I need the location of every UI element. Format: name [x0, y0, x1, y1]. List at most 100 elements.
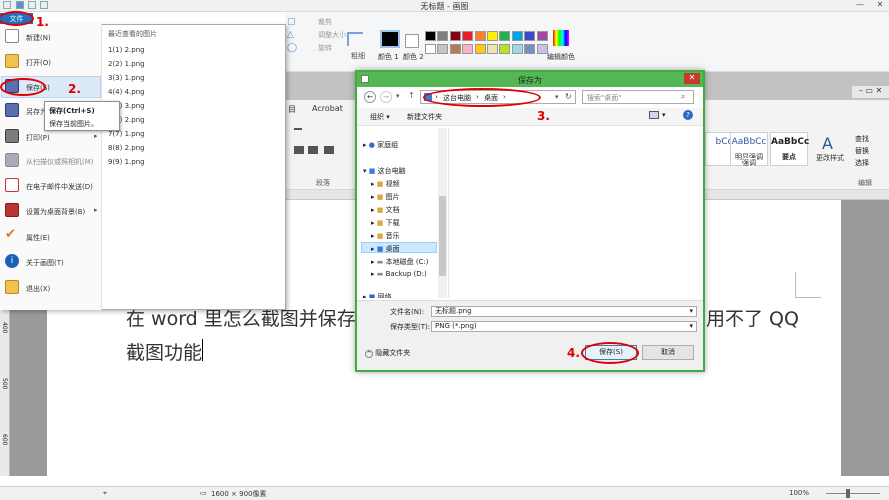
align-center-icon[interactable] — [308, 146, 318, 154]
palette-swatch[interactable] — [437, 44, 449, 54]
palette-swatch[interactable] — [462, 31, 474, 41]
recent-item[interactable]: 8(8) 2.png — [108, 144, 145, 152]
refresh-icon[interactable]: ↻ — [565, 92, 572, 101]
recent-item[interactable]: 9(9) 1.png — [108, 158, 145, 166]
menu-item-about[interactable]: i 关于画图(T) — [1, 250, 101, 274]
document-text-line2[interactable]: 截图功能 — [126, 338, 202, 365]
palette-swatch[interactable] — [499, 31, 511, 41]
zoom-slider-thumb[interactable] — [846, 489, 850, 498]
tree-item-videos[interactable]: ▸ ■ 视频 — [371, 179, 400, 189]
dialog-close-button[interactable]: ✕ — [684, 73, 700, 84]
view-dropdown-icon[interactable]: ▾ — [662, 111, 666, 119]
menu-item-properties[interactable]: ✔ 属性(E) — [1, 225, 101, 249]
tree-item-homegroup[interactable]: ▸ ● 家庭组 — [363, 140, 398, 150]
quick-save-icon[interactable] — [16, 1, 24, 9]
search-icon[interactable]: ⌕ — [681, 92, 685, 102]
hide-folders-toggle[interactable]: ^ 隐藏文件夹 — [365, 348, 410, 358]
filetype-select[interactable]: PNG (*.png) ▾ — [431, 321, 697, 332]
recent-item[interactable]: 1(1) 2.png — [108, 46, 145, 54]
new-folder-button[interactable]: 新建文件夹 — [407, 112, 442, 122]
up-arrow-icon[interactable]: ↑ — [408, 91, 415, 100]
palette-swatch[interactable] — [449, 44, 461, 54]
tree-item-local-disk[interactable]: ▸ ▬ 本地磁盘 (C:) — [371, 257, 429, 267]
find-button[interactable]: 查找 — [855, 134, 869, 144]
tree-item-pictures[interactable]: ▸ ■ 图片 — [371, 192, 400, 202]
menu-item-email[interactable]: 在电子邮件中发送(D) — [1, 174, 101, 198]
shape-triangle-icon[interactable]: △ — [287, 30, 294, 40]
word-tab-acrobat[interactable]: Acrobat — [312, 104, 343, 113]
tree-item-downloads[interactable]: ▸ ■ 下载 — [371, 218, 400, 228]
recent-item[interactable]: 2(2) 1.png — [108, 60, 145, 68]
align-icon[interactable] — [294, 146, 304, 154]
crop-button[interactable]: 裁剪 — [318, 17, 332, 27]
palette-swatch[interactable] — [511, 31, 523, 41]
palette-swatch[interactable] — [536, 44, 548, 54]
recent-locations-chevron-icon[interactable]: ▾ — [396, 92, 400, 100]
edit-colors-label[interactable]: 编辑颜色 — [547, 52, 575, 62]
menu-item-new[interactable]: 新建(N) — [1, 25, 101, 49]
cancel-button[interactable]: 取消 — [642, 345, 694, 360]
palette-swatch[interactable] — [524, 44, 536, 54]
tree-item-backup[interactable]: ▸ ▬ Backup (D:) — [371, 270, 427, 278]
change-styles-icon[interactable]: A — [822, 134, 833, 153]
replace-button[interactable]: 替换 — [855, 146, 869, 156]
cursor-pos-icon: ⌖ — [103, 489, 107, 497]
file-list-pane[interactable] — [448, 128, 698, 298]
palette-swatch[interactable] — [425, 44, 436, 54]
palette-swatch[interactable] — [524, 31, 536, 41]
palette-swatch[interactable] — [487, 31, 498, 41]
document-text-line1-end[interactable]: 用不了 QQ — [706, 304, 799, 331]
forward-arrow-icon[interactable]: → — [380, 91, 392, 103]
recent-item[interactable]: 7(7) 1.png — [108, 130, 145, 138]
rotate-button[interactable]: 旋转 — [318, 43, 332, 53]
shape-circle-icon[interactable]: ◯ — [287, 43, 297, 53]
menu-item-open[interactable]: 打开(O) — [1, 50, 101, 74]
change-styles-button[interactable]: 更改样式 — [816, 153, 844, 163]
undo-icon[interactable] — [28, 1, 36, 9]
close-window-button[interactable]: ✕ — [873, 0, 887, 11]
tree-scrollbar[interactable] — [438, 128, 447, 298]
resize-button[interactable]: 调整大小 — [318, 30, 346, 40]
tree-item-network[interactable]: ▸ ■ 网络 — [363, 292, 392, 298]
redo-icon[interactable] — [40, 1, 48, 9]
select-shape-icon[interactable]: ▢ — [287, 17, 296, 27]
palette-swatch[interactable] — [474, 44, 486, 54]
tree-item-desktop[interactable]: ▸ ■ 桌面 — [371, 244, 400, 254]
tree-item-documents[interactable]: ▸ ■ 文档 — [371, 205, 400, 215]
recent-item[interactable]: 4(4) 4.png — [108, 88, 145, 96]
palette-swatch[interactable] — [462, 44, 474, 54]
word-tab-home[interactable]: 目 — [288, 104, 296, 115]
palette-swatch[interactable] — [425, 31, 436, 41]
palette-swatch[interactable] — [474, 31, 486, 41]
edit-colors-icon[interactable] — [553, 30, 569, 46]
zoom-slider[interactable] — [826, 493, 880, 494]
address-dropdown-icon[interactable]: ▾ — [555, 93, 559, 101]
color2-swatch[interactable] — [405, 34, 419, 48]
menu-item-desktop-background[interactable]: 设置为桌面背景(B) ▸ — [1, 199, 101, 223]
organize-button[interactable]: 组织 ▾ — [370, 112, 390, 122]
color1-swatch[interactable] — [380, 30, 400, 48]
palette-swatch[interactable] — [499, 44, 511, 54]
view-options-icon[interactable] — [649, 111, 659, 119]
style-strong[interactable]: AaBbCc 要点 — [770, 132, 809, 166]
tree-item-this-pc[interactable]: ▾ ■ 这台电脑 — [363, 166, 406, 176]
palette-swatch[interactable] — [437, 31, 449, 41]
recent-item[interactable]: 3(3) 1.png — [108, 74, 145, 82]
menu-item-exit[interactable]: 退出(X) — [1, 276, 101, 300]
select-button[interactable]: 选择 — [855, 158, 869, 168]
palette-swatch[interactable] — [536, 31, 548, 41]
palette-swatch[interactable] — [487, 44, 498, 54]
filetype-dropdown-icon[interactable]: ▾ — [689, 322, 693, 331]
word-window-controls[interactable]: – ▭ ✕ — [852, 86, 889, 98]
minimize-button[interactable]: — — [853, 0, 867, 11]
palette-swatch[interactable] — [511, 44, 523, 54]
filename-input[interactable]: 无标题.png ▾ — [431, 306, 697, 317]
scrollbar-thumb[interactable] — [439, 196, 446, 276]
tree-item-music[interactable]: ▸ ■ 音乐 — [371, 231, 400, 241]
back-arrow-icon[interactable]: ← — [364, 91, 376, 103]
align-right-icon[interactable] — [324, 146, 334, 154]
help-icon[interactable]: ? — [683, 110, 693, 120]
filename-dropdown-icon[interactable]: ▾ — [689, 307, 693, 316]
palette-swatch[interactable] — [449, 31, 461, 41]
search-box[interactable]: 搜索"桌面" ⌕ — [582, 90, 694, 104]
